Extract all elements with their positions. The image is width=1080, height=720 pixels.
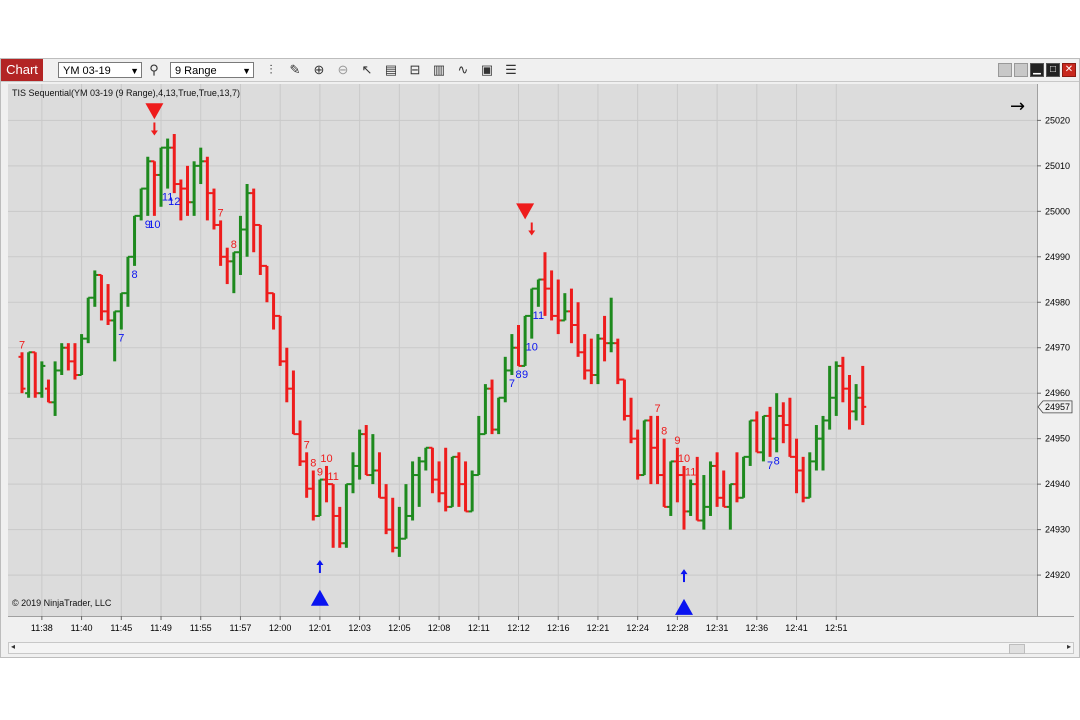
y-tick-label: 25010 bbox=[1045, 161, 1070, 171]
minimize-icon[interactable]: ▁ bbox=[1030, 63, 1044, 77]
bar-type-icon[interactable]: ⫶ bbox=[263, 62, 279, 78]
chart-tab[interactable]: Chart bbox=[1, 59, 43, 81]
x-tick-label: 12:28 bbox=[666, 623, 689, 633]
sequential-count-label: 8 bbox=[310, 457, 316, 469]
sequential-count-label: 8 bbox=[774, 455, 780, 467]
sequential-count-label: 10 bbox=[148, 219, 160, 231]
sequential-count-label: 9 bbox=[522, 369, 528, 381]
strategy-icon[interactable]: ∿ bbox=[455, 62, 471, 78]
y-tick-label: 24920 bbox=[1045, 570, 1070, 580]
price-chart[interactable]: 778910111278789101178 9101178910117 8 2492… bbox=[8, 84, 1074, 640]
close-icon[interactable]: ✕ bbox=[1062, 63, 1076, 77]
sequential-count-label: 7 bbox=[19, 339, 25, 351]
list-icon[interactable]: ☰ bbox=[503, 62, 519, 78]
interval-select[interactable]: 9 Range ▼ bbox=[170, 62, 254, 78]
scrollbar-thumb[interactable] bbox=[1009, 644, 1025, 654]
zoom-in-icon[interactable]: ⊕ bbox=[311, 62, 327, 78]
x-tick-label: 12:00 bbox=[269, 623, 292, 633]
indicator-label: TIS Sequential(YM 03-19 (9 Range),4,13,T… bbox=[12, 88, 240, 98]
y-tick-label: 24980 bbox=[1045, 297, 1070, 307]
x-tick-label: 12:11 bbox=[468, 623, 490, 633]
instrument-value: YM 03-19 bbox=[63, 65, 111, 77]
toolbar: Chart YM 03-19 ▼ ⚲ 9 Range ▼ ⫶ ✎ ⊕ ⊖ ↖ ▤… bbox=[1, 59, 1079, 82]
y-tick-label: 24950 bbox=[1045, 434, 1070, 444]
x-tick-label: 12:31 bbox=[706, 623, 729, 633]
x-tick-label: 12:41 bbox=[785, 623, 808, 633]
x-tick-label: 12:16 bbox=[547, 623, 570, 633]
sequential-count-label: 12 bbox=[168, 196, 180, 208]
x-tick-label: 12:01 bbox=[309, 623, 332, 633]
sequential-count-label: 7 bbox=[509, 378, 515, 390]
sequential-count-label: 10 bbox=[678, 453, 690, 465]
y-tick-label: 25020 bbox=[1045, 115, 1070, 125]
sequential-count-label: 9 bbox=[317, 467, 323, 479]
y-tick-label: 25000 bbox=[1045, 206, 1070, 216]
x-tick-label: 11:49 bbox=[150, 623, 172, 633]
x-tick-label: 12:36 bbox=[746, 623, 769, 633]
chevron-down-icon: ▼ bbox=[130, 66, 139, 76]
x-tick-label: 11:40 bbox=[71, 623, 93, 633]
interval-value: 9 Range bbox=[175, 65, 217, 77]
sequential-count-label: 8 bbox=[131, 269, 137, 281]
y-tick-label: 24940 bbox=[1045, 479, 1070, 489]
sequential-count-label: 7 bbox=[767, 460, 773, 472]
data-box-icon[interactable]: ▤ bbox=[383, 62, 399, 78]
sequential-count-label: 11 bbox=[327, 471, 338, 483]
properties-icon[interactable]: ⊟ bbox=[407, 62, 423, 78]
zoom-out-icon[interactable]: ⊖ bbox=[335, 62, 351, 78]
sequential-count-label: 8 bbox=[231, 239, 237, 251]
indicator-icon[interactable]: ▥ bbox=[431, 62, 447, 78]
last-price-marker: 24957 bbox=[1037, 400, 1073, 414]
sequential-count-label: 7 bbox=[218, 207, 224, 219]
sequential-count-label: 7 bbox=[118, 333, 124, 345]
sequential-count-label: 11 bbox=[533, 310, 544, 322]
x-tick-label: 12:12 bbox=[507, 623, 530, 633]
search-icon[interactable]: ⚲ bbox=[146, 62, 162, 78]
template-icon[interactable]: ▣ bbox=[479, 62, 495, 78]
last-price-value: 24957 bbox=[1045, 402, 1070, 412]
x-tick-label: 12:05 bbox=[388, 623, 411, 633]
x-tick-label: 11:55 bbox=[190, 623, 212, 633]
sequential-count-label: 8 bbox=[661, 426, 667, 438]
x-tick-label: 11:57 bbox=[230, 623, 252, 633]
horizontal-scrollbar[interactable]: ◂ ▸ bbox=[8, 642, 1074, 654]
sequential-count-label: 11 bbox=[685, 467, 696, 479]
sequential-count-label: 7 bbox=[654, 403, 660, 415]
x-tick-label: 12:03 bbox=[348, 623, 371, 633]
x-tick-label: 12:24 bbox=[626, 623, 649, 633]
pencil-icon[interactable]: ✎ bbox=[287, 62, 303, 78]
tile-icon[interactable] bbox=[998, 63, 1012, 77]
y-tick-label: 24930 bbox=[1045, 525, 1070, 535]
scroll-right-icon[interactable]: ▸ bbox=[1067, 642, 1071, 651]
scroll-right-arrow-icon[interactable]: → bbox=[1010, 96, 1025, 117]
x-tick-label: 12:51 bbox=[825, 623, 848, 633]
sequential-count-label: 10 bbox=[320, 453, 332, 465]
y-tick-label: 24990 bbox=[1045, 252, 1070, 262]
maximize-icon[interactable]: □ bbox=[1046, 63, 1060, 77]
scroll-left-icon[interactable]: ◂ bbox=[11, 642, 15, 651]
copyright-text: © 2019 NinjaTrader, LLC bbox=[12, 598, 112, 608]
x-tick-label: 12:21 bbox=[587, 623, 610, 633]
tile-icon[interactable] bbox=[1014, 63, 1028, 77]
x-tick-label: 11:38 bbox=[31, 623, 53, 633]
sequential-count-label: 9 bbox=[674, 435, 680, 447]
sequential-count-label: 7 bbox=[304, 439, 310, 451]
y-tick-label: 24960 bbox=[1045, 388, 1070, 398]
chevron-down-icon: ▼ bbox=[242, 66, 251, 76]
x-tick-label: 11:45 bbox=[110, 623, 132, 633]
pointer-icon[interactable]: ↖ bbox=[359, 62, 375, 78]
x-tick-label: 12:08 bbox=[428, 623, 451, 633]
instrument-select[interactable]: YM 03-19 ▼ bbox=[58, 62, 142, 78]
chart-window: Chart YM 03-19 ▼ ⚲ 9 Range ▼ ⫶ ✎ ⊕ ⊖ ↖ ▤… bbox=[0, 58, 1080, 658]
y-tick-label: 24970 bbox=[1045, 343, 1070, 353]
sequential-count-label: 8 bbox=[515, 369, 521, 381]
sequential-count-label: 10 bbox=[526, 342, 538, 354]
